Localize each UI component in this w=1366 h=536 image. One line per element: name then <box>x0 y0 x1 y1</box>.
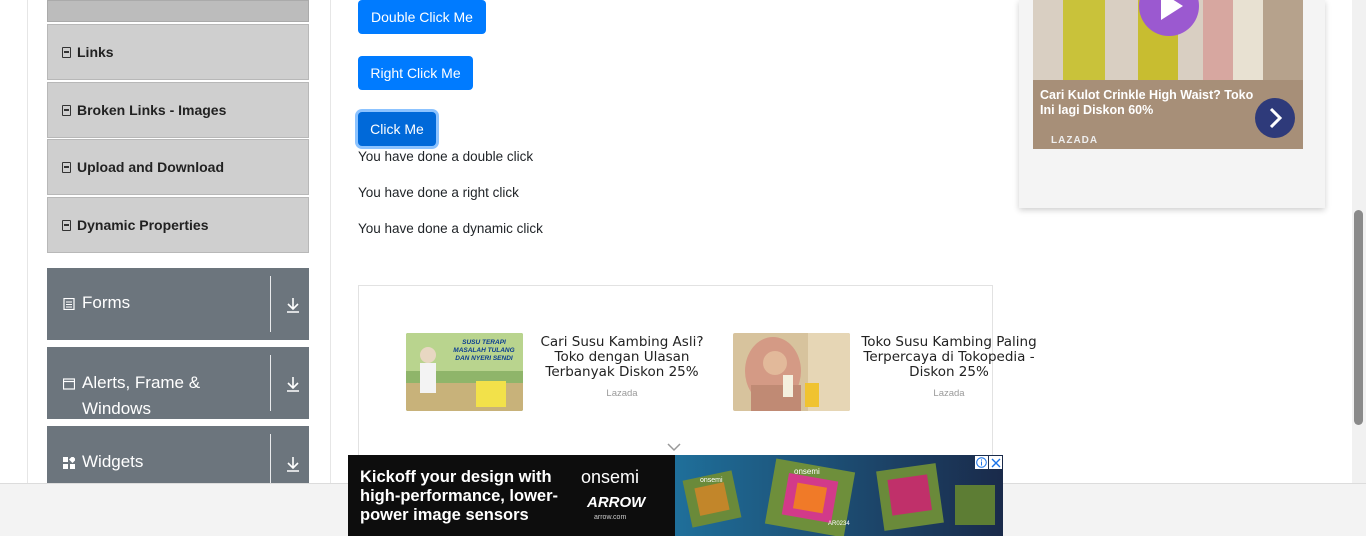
html5-icon <box>62 46 71 58</box>
right-click-button[interactable]: Right Click Me <box>358 56 473 90</box>
chevron-down-icon[interactable] <box>667 443 681 452</box>
group-alerts-frame-windows[interactable]: Alerts, Frame & Windows <box>47 347 309 419</box>
form-icon <box>63 298 75 310</box>
banner-brand-onsemi: onsemi <box>581 467 640 487</box>
sidebar-left-border <box>27 0 28 483</box>
group-widgets[interactable]: Widgets <box>47 426 309 483</box>
group-divider <box>270 355 271 411</box>
sidebar-item-label: Upload and Download <box>77 159 224 175</box>
banner-chip-label: onsemi <box>794 467 820 476</box>
ad-source: Lazada <box>933 388 965 399</box>
right-click-message: You have done a right click <box>358 185 519 200</box>
sidebar-item-broken-links[interactable]: Broken Links - Images <box>47 82 309 138</box>
ad-thumbnail-text: SUSU TERAPI MASALAH TULANG DAN NYERI SEN… <box>453 339 515 362</box>
download-arrow-icon[interactable] <box>285 375 301 393</box>
group-divider <box>270 276 271 332</box>
chevron-right-icon[interactable] <box>1255 98 1295 138</box>
sidebar-item-upload-download[interactable]: Upload and Download <box>47 139 309 195</box>
click-me-button[interactable]: Click Me <box>358 112 436 146</box>
banner-headline: Kickoff your design with high-performanc… <box>360 468 559 524</box>
ad-source: Lazada <box>606 388 638 399</box>
sidebar-item-label: Dynamic Properties <box>77 217 209 233</box>
group-label: Alerts, Frame & Windows <box>82 373 201 418</box>
sidebar-item-label: Broken Links - Images <box>77 102 227 118</box>
banner-brand-arrow: ARROW <box>587 494 646 511</box>
side-ad-caption: Cari Kulot Crinkle High Waist? Toko Ini … <box>1040 88 1254 117</box>
banner-ad[interactable]: Kickoff your design with high-performanc… <box>348 455 1003 536</box>
banner-brand-arrow-url: arrow.com <box>594 514 627 521</box>
ad-title[interactable]: Cari Susu Kambing Asli? Toko dengan Ulas… <box>527 335 717 380</box>
sidebar-item-label: Links <box>77 44 114 60</box>
html5-icon <box>62 104 71 116</box>
banner-chip-label: AR0234 <box>828 521 850 527</box>
side-ad-image[interactable]: Cari Kulot Crinkle High Waist? Toko Ini … <box>1033 0 1303 149</box>
group-label: Widgets <box>82 452 144 471</box>
sidebar-item-dynamic-properties[interactable]: Dynamic Properties <box>47 197 309 253</box>
group-forms[interactable]: Forms <box>47 268 309 340</box>
download-arrow-icon[interactable] <box>285 455 301 473</box>
group-label: Forms <box>82 293 131 312</box>
ad-info-icon[interactable] <box>975 456 988 469</box>
scrollbar-thumb[interactable] <box>1354 210 1363 425</box>
sidebar-right-border <box>330 0 331 483</box>
banner-chip-label: onsemi <box>700 477 723 484</box>
ad-title[interactable]: Toko Susu Kambing Paling Terpercaya di T… <box>854 335 1044 380</box>
dynamic-click-message: You have done a dynamic click <box>358 221 543 236</box>
double-click-button[interactable]: Double Click Me <box>358 0 486 34</box>
html5-icon <box>62 161 71 173</box>
widgets-icon <box>63 457 75 469</box>
side-ad-source: LAZADA <box>1051 135 1099 146</box>
html5-icon <box>62 219 71 231</box>
download-arrow-icon[interactable] <box>285 296 301 314</box>
ad-close-icon[interactable] <box>989 456 1002 469</box>
sidebar-item-previous[interactable] <box>47 0 309 22</box>
double-click-message: You have done a double click <box>358 149 534 164</box>
window-icon <box>63 378 75 390</box>
ad-thumbnail[interactable] <box>733 333 850 411</box>
ad-thumbnail[interactable]: SUSU TERAPI MASALAH TULANG DAN NYERI SEN… <box>406 333 523 411</box>
sidebar-item-links[interactable]: Links <box>47 24 309 80</box>
group-divider <box>270 434 271 483</box>
